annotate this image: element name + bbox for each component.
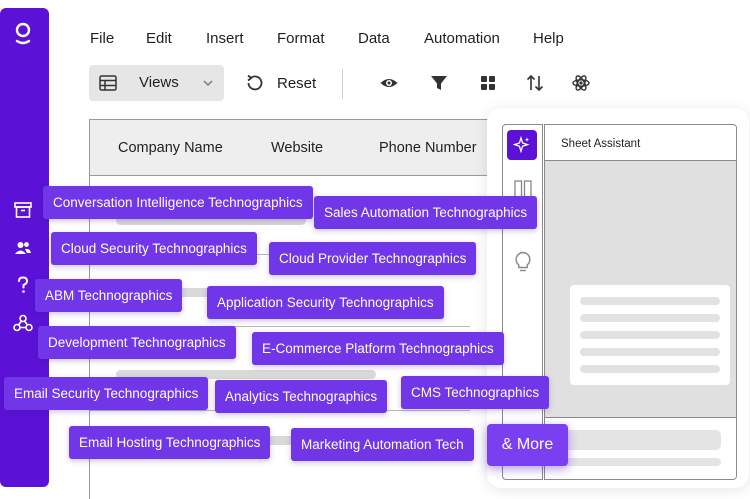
chevron-down-icon [203,80,213,86]
menu-help[interactable]: Help [533,30,564,47]
chip-development[interactable]: Development Technographics [38,326,236,359]
grid-header: Company Name Website Phone Number [90,120,520,176]
assistant-message-bubble [570,285,730,385]
more-badge[interactable]: & More [487,424,568,466]
chip-cms[interactable]: CMS Technographics [401,376,550,409]
column-header-website[interactable]: Website [271,140,323,156]
menu-data[interactable]: Data [358,30,390,47]
filter-icon[interactable] [429,73,449,93]
chip-email-hosting[interactable]: Email Hosting Technographics [69,426,271,459]
eye-icon[interactable] [379,73,399,93]
chip-ecommerce-platform[interactable]: E-Commerce Platform Technographics [252,332,504,365]
assistant-chat: Sheet Assistant [544,124,737,480]
column-header-company-name[interactable]: Company Name [118,140,223,156]
assistant-header: Sheet Assistant [545,125,736,161]
atom-icon[interactable] [571,73,591,93]
assistant-input-area[interactable] [545,417,736,479]
menu-insert[interactable]: Insert [206,30,244,47]
table-icon [99,75,117,91]
logo-icon[interactable] [12,22,34,45]
users-icon[interactable] [12,237,34,259]
chip-cloud-security[interactable]: Cloud Security Technographics [51,232,257,265]
left-rail [0,8,49,487]
archive-icon[interactable] [12,199,34,221]
chip-cloud-provider[interactable]: Cloud Provider Technographics [269,242,477,275]
menu-format[interactable]: Format [277,30,325,47]
lightbulb-icon[interactable] [514,251,532,273]
chip-conversation-intelligence[interactable]: Conversation Intelligence Technographics [43,186,313,219]
chip-marketing-automation[interactable]: Marketing Automation Tech [291,428,474,461]
views-dropdown[interactable]: Views [89,65,224,101]
menu-file[interactable]: File [90,30,114,47]
reset-button[interactable]: Reset [245,65,325,101]
help-icon[interactable] [12,274,34,296]
sort-icon[interactable] [525,73,545,93]
reset-icon [247,74,263,91]
menu-automation[interactable]: Automation [424,30,500,47]
webhook-icon[interactable] [12,312,34,334]
sparkle-icon[interactable] [507,130,537,160]
chip-abm[interactable]: ABM Technographics [35,279,183,312]
chip-sales-automation[interactable]: Sales Automation Technographics [314,196,538,229]
reset-label: Reset [277,75,317,92]
views-label: Views [139,74,179,91]
assistant-title: Sheet Assistant [561,138,641,150]
menu-edit[interactable]: Edit [146,30,172,47]
chip-analytics[interactable]: Analytics Technographics [215,380,388,413]
column-header-phone-number[interactable]: Phone Number [379,140,477,156]
chip-email-security[interactable]: Email Security Technographics [4,377,209,410]
toolbar-divider [342,69,343,99]
grid-icon[interactable] [478,73,498,93]
chip-application-security[interactable]: Application Security Technographics [207,286,444,319]
